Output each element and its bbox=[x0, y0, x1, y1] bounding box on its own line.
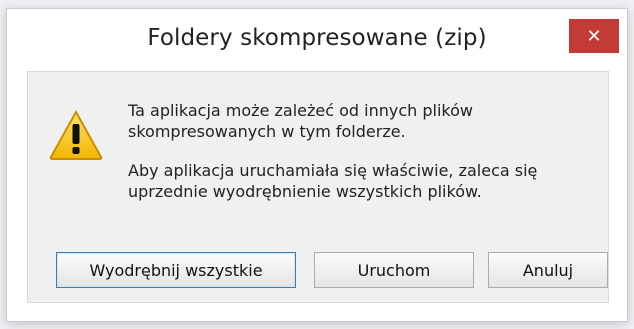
extract-all-label: Wyodrębnij wszystkie bbox=[89, 260, 263, 280]
extract-all-button[interactable]: Wyodrębnij wszystkie bbox=[56, 252, 296, 288]
dialog-buttons: Wyodrębnij wszystkie Uruchom Anuluj bbox=[28, 252, 608, 292]
cancel-button[interactable]: Anuluj bbox=[488, 252, 608, 288]
compressed-folders-dialog: Foldery skompresowane (zip) ✕ Ta aplikac… bbox=[6, 8, 628, 322]
message-line-1: Ta aplikacja może zależeć od innych plik… bbox=[128, 101, 473, 141]
run-button[interactable]: Uruchom bbox=[314, 252, 474, 288]
title-bar: Foldery skompresowane (zip) ✕ bbox=[7, 9, 627, 71]
message-line-2: Aby aplikacja uruchamiała się właściwie,… bbox=[128, 161, 538, 201]
run-label: Uruchom bbox=[357, 260, 431, 280]
close-icon: ✕ bbox=[586, 25, 602, 47]
cancel-label: Anuluj bbox=[522, 260, 574, 280]
screen: Foldery skompresowane (zip) ✕ Ta aplikac… bbox=[0, 0, 634, 329]
close-button[interactable]: ✕ bbox=[569, 19, 619, 53]
warning-icon bbox=[49, 109, 103, 160]
dialog-content: Ta aplikacja może zależeć od innych plik… bbox=[27, 71, 609, 303]
dialog-message: Ta aplikacja może zależeć od innych plik… bbox=[128, 100, 608, 220]
dialog-title: Foldery skompresowane (zip) bbox=[147, 25, 487, 51]
